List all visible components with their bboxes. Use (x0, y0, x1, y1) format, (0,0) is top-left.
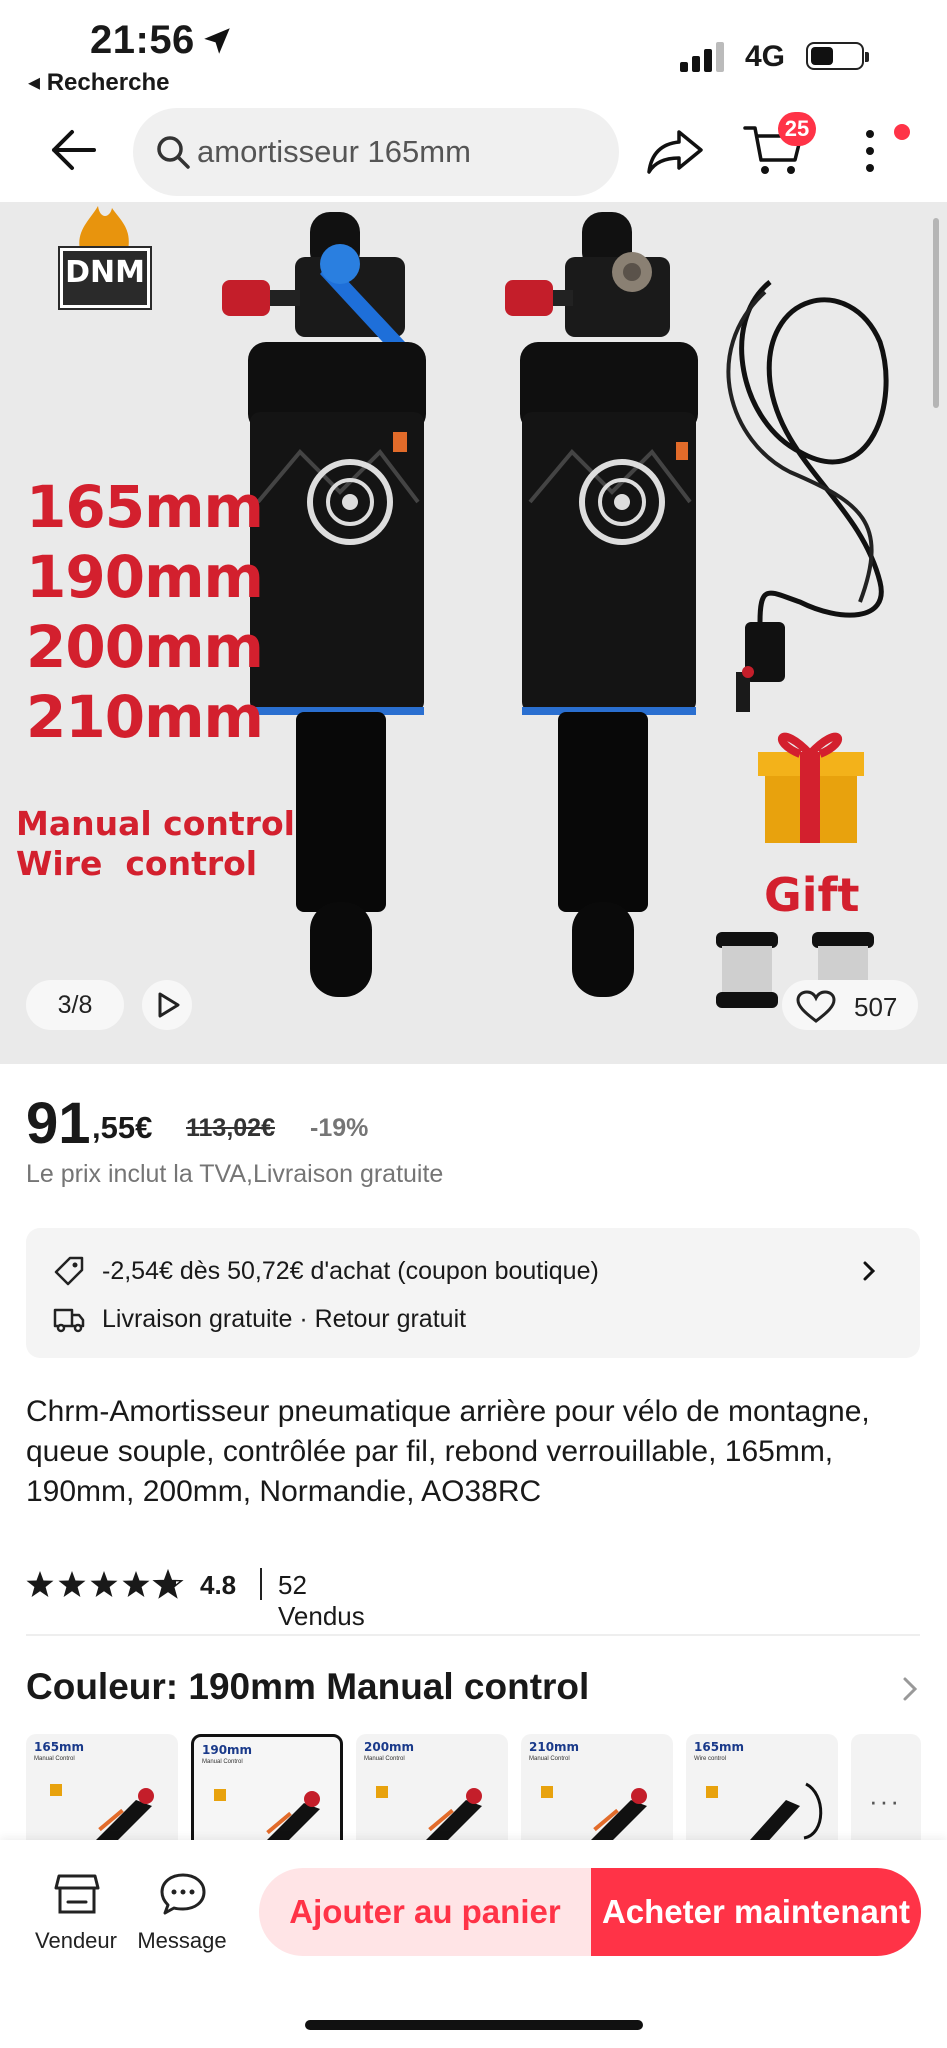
sold-count: 52 Vendus (278, 1570, 365, 1631)
scroll-indicator (933, 218, 939, 408)
size-label: 190mm (26, 543, 264, 611)
variant-image (214, 1789, 320, 1840)
brand-logo: DNM (60, 248, 150, 308)
variant-image (541, 1786, 647, 1840)
battery-icon (806, 42, 869, 70)
buy-now-button[interactable]: Acheter maintenant (591, 1868, 921, 1956)
variant-image (50, 1784, 154, 1840)
price-decimal: ,55€ (92, 1110, 153, 1145)
vendor-label: Vendeur (35, 1928, 117, 1953)
search-query: amortisseur 165mm (197, 134, 471, 169)
variant-image (706, 1782, 823, 1840)
control-label: Wire control (16, 844, 258, 883)
location-arrow-icon (204, 28, 230, 54)
size-label: 210mm (26, 683, 264, 751)
message-label: Message (137, 1928, 227, 1953)
variant-option-selected[interactable]: 190mm Manual Control (191, 1734, 343, 1840)
signal-icon (680, 42, 724, 72)
price-note: Le prix inclut la TVA,Livraison gratuite (26, 1160, 444, 1188)
product-gallery[interactable]: DNM 165mm 190mm 200mm 210mm Manual contr… (0, 202, 947, 1064)
store-icon (54, 1874, 100, 1914)
promo-card[interactable]: -2,54€ dès 50,72€ d'achat (coupon boutiq… (26, 1228, 920, 1358)
search-icon (157, 136, 190, 169)
size-list: 165mm 190mm 200mm 210mm (26, 472, 264, 752)
variant-option[interactable]: 210mm Manual Control (521, 1734, 673, 1840)
top-nav: amortisseur 165mm 25 (0, 100, 947, 200)
more-options-icon[interactable] (862, 128, 878, 174)
shipping-text: Livraison gratuite · Retour gratuit (102, 1305, 467, 1333)
more-variants-label: ··· (869, 1786, 901, 1816)
notification-dot (894, 124, 910, 140)
network-type: 4G (745, 40, 786, 73)
truck-icon (53, 1308, 85, 1333)
size-label: 165mm (26, 473, 264, 541)
discount-badge: -19% (310, 1114, 369, 1142)
heart-icon (796, 990, 836, 1023)
play-icon (158, 992, 180, 1018)
message-button[interactable]: Message (132, 1872, 232, 1953)
control-types: Manual control Wire control (16, 804, 295, 884)
price-integer: 91 (26, 1091, 91, 1156)
back-arrow-icon[interactable] (48, 128, 98, 172)
variant-option[interactable]: 200mm Manual Control (356, 1734, 508, 1840)
vendor-button[interactable]: Vendeur (26, 1872, 126, 1953)
search-bar[interactable]: amortisseur 165mm (133, 108, 619, 196)
status-bar: 21:56 ◂ Recherche 4G (0, 0, 947, 100)
play-video-button[interactable] (142, 980, 192, 1030)
add-to-cart-button[interactable]: Ajouter au panier (259, 1868, 591, 1956)
rating-value: 4.8 (200, 1570, 237, 1600)
variant-thumbnails: 165mm Manual Control 190mm Manual Contro… (26, 1734, 947, 1840)
shipping-row: Livraison gratuite · Retour gratuit (26, 1296, 920, 1340)
size-label: 200mm (26, 613, 264, 681)
clock: 21:56 (90, 18, 195, 62)
variant-image (376, 1786, 482, 1840)
more-variants-button[interactable]: ··· (851, 1734, 921, 1840)
wishlist-button[interactable]: 507 (782, 980, 918, 1030)
brand-flame-logo (79, 206, 129, 250)
variant-option[interactable]: 165mm Manual Control (26, 1734, 178, 1840)
gift-label: Gift (764, 868, 860, 922)
control-label: Manual control (16, 804, 295, 843)
home-indicator[interactable] (305, 2020, 643, 2030)
tag-icon (54, 1256, 84, 1286)
product-title: Chrm-Amortisseur pneumatique arrière pou… (26, 1395, 870, 1508)
coupon-text: -2,54€ dès 50,72€ d'achat (coupon boutiq… (102, 1257, 599, 1285)
bottom-action-bar: Vendeur Message Ajouter au panier Achete… (0, 1840, 947, 2048)
section-divider (26, 1634, 920, 1636)
cart-badge: 25 (778, 112, 816, 146)
share-icon[interactable] (645, 126, 705, 176)
back-to-app-link[interactable]: ◂ Recherche (28, 68, 169, 97)
star-rating-icon (26, 1570, 183, 1598)
like-count: 507 (854, 992, 898, 1022)
chevron-right-icon[interactable] (902, 1676, 918, 1702)
image-counter: 3/8 (26, 980, 124, 1030)
chat-icon (160, 1873, 206, 1915)
coupon-row[interactable]: -2,54€ dès 50,72€ d'achat (coupon boutiq… (26, 1248, 920, 1292)
divider (260, 1568, 262, 1600)
original-price: 113,02€ (186, 1114, 275, 1142)
color-selector-title[interactable]: Couleur: 190mm Manual control (26, 1666, 589, 1708)
variant-option[interactable]: 165mm Wire control (686, 1734, 838, 1840)
chevron-right-icon (863, 1261, 876, 1281)
